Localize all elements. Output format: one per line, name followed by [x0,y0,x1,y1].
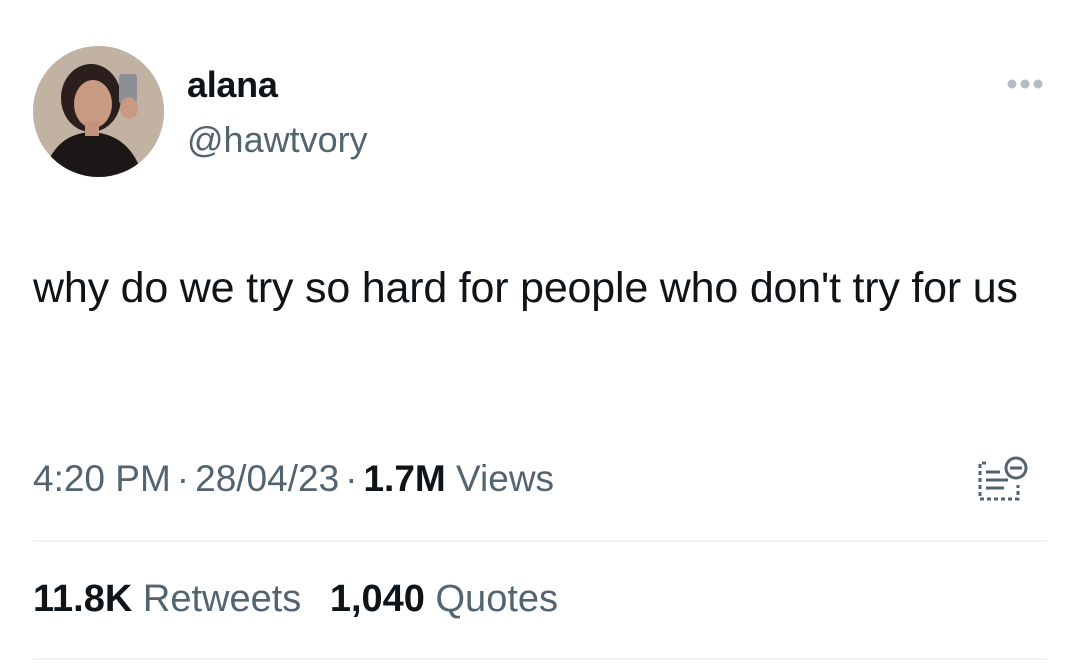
retweets-stat[interactable]: 11.8K Retweets [33,578,301,620]
tweet-stats: 11.8K Retweets 1,040 Quotes [33,578,576,621]
retweets-count: 11.8K [33,578,133,620]
author-name[interactable]: alana [187,64,278,106]
separator: · [345,458,358,499]
quotes-stat[interactable]: 1,040 Quotes [330,578,558,620]
more-options-icon[interactable] [1003,72,1047,96]
retweets-label: Retweets [142,578,302,620]
tweet-date[interactable]: 28/04/23 [195,458,339,499]
tweet-text: why do we try so hard for people who don… [33,264,1018,312]
analytics-icon[interactable] [974,455,1030,505]
author-handle[interactable]: @hawtvory [187,119,368,161]
views-label: Views [456,458,555,499]
views-count: 1.7M [363,458,446,499]
tweet-meta: 4:20 PM · 28/04/23 · 1.7M Views [33,458,554,500]
divider [33,658,1047,660]
separator: · [176,458,190,499]
profile-photo-icon [33,46,164,177]
tweet-time[interactable]: 4:20 PM [33,458,171,499]
divider [33,540,1047,542]
quotes-count: 1,040 [329,578,425,620]
quotes-label: Quotes [435,578,559,620]
avatar[interactable] [33,46,164,177]
